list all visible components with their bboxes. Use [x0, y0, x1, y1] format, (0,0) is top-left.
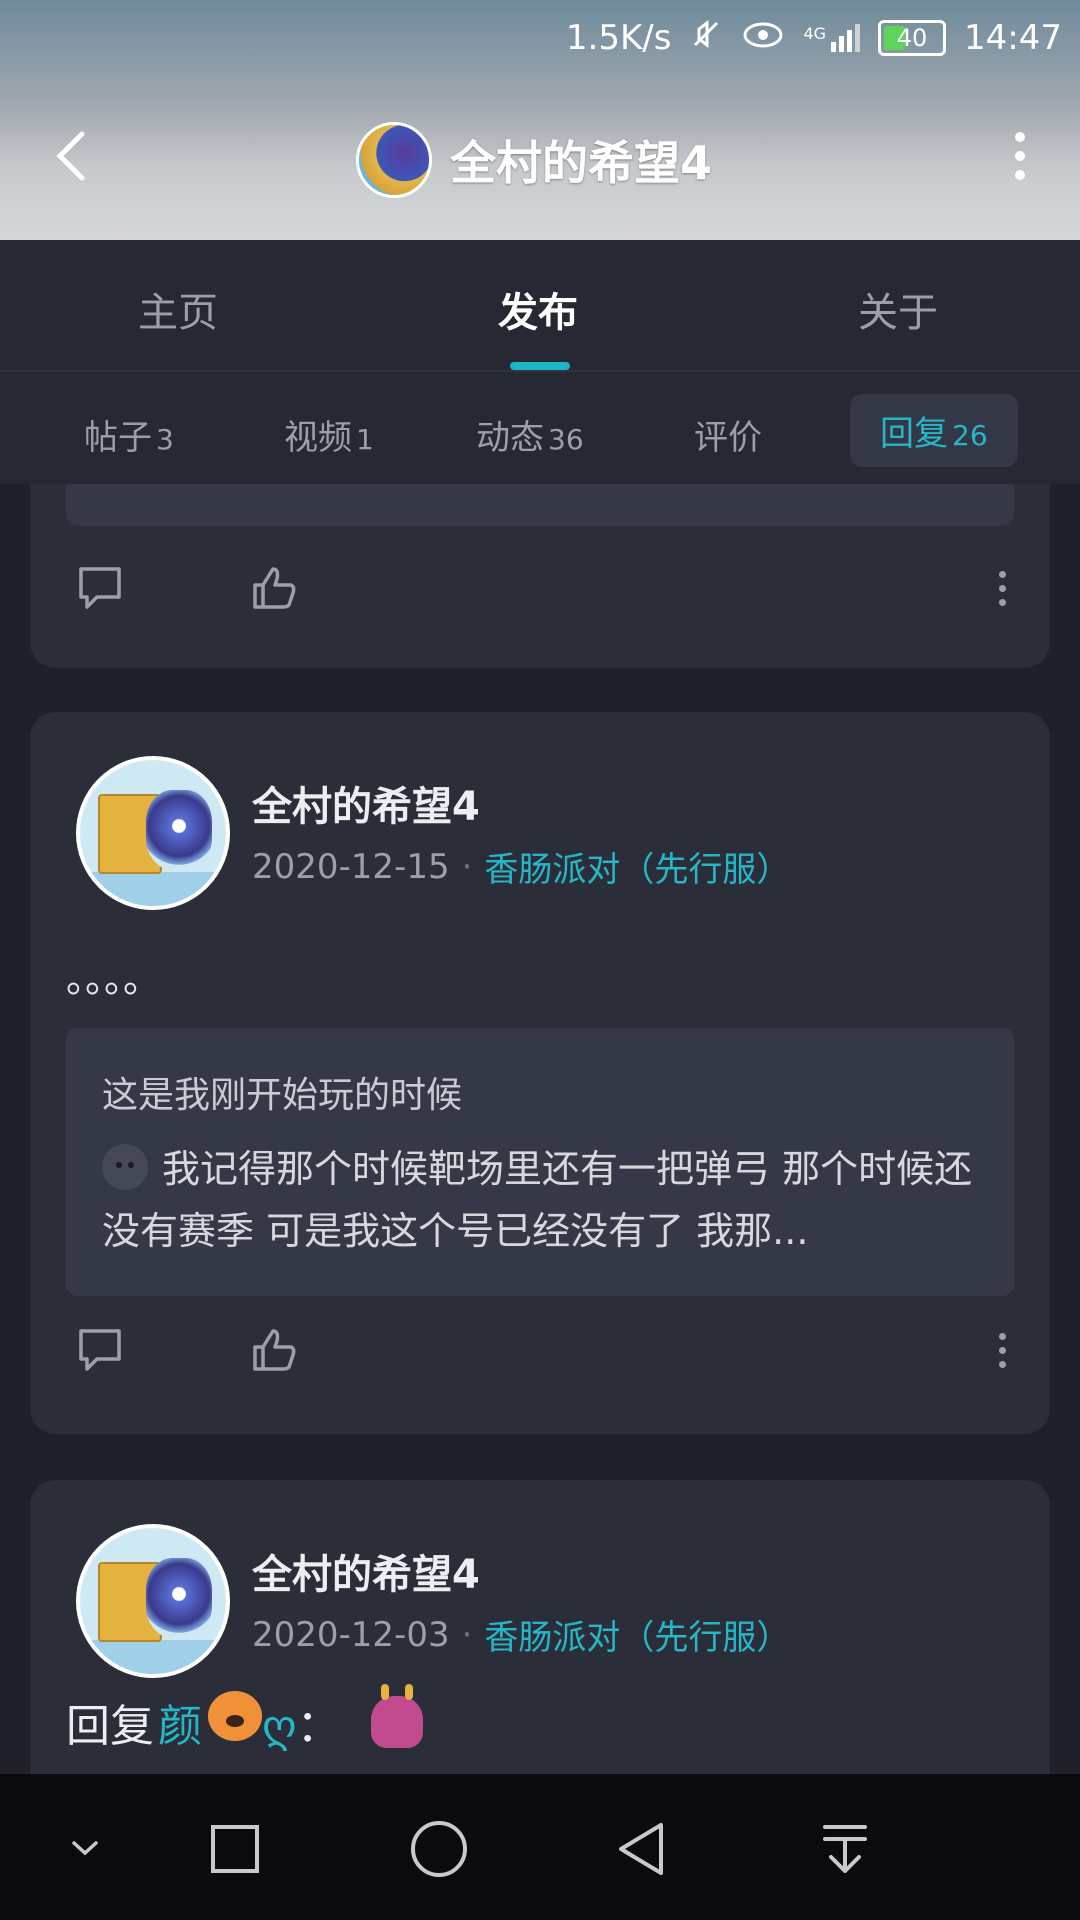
subtab-label: 评价 — [694, 418, 762, 458]
reply-text: 回复 颜ღ ： — [66, 1684, 423, 1754]
net-speed: 1.5K/s — [565, 18, 672, 58]
author-avatar[interactable] — [76, 1524, 230, 1678]
nav-collapse-button[interactable] — [40, 1804, 130, 1894]
comment-icon — [79, 567, 121, 609]
quoted-text: 我记得那个时候靶场里还有一把弹弓 那个时候还没有赛季 可是我这个号已经没有了 我… — [102, 1138, 982, 1262]
subtab-label: 视频 — [284, 418, 352, 458]
subtab-count: 3 — [156, 423, 174, 456]
quoted-body: 我记得那个时候靶场里还有一把弹弓 那个时候还没有赛季 可是我这个号已经没有了 我… — [102, 1147, 973, 1253]
post-meta: 2020-12-03 · 香肠派对（先行服） — [252, 1610, 790, 1659]
download-icon — [823, 1825, 867, 1873]
triangle-back-icon — [619, 1823, 663, 1875]
reply-user-name: 颜 — [158, 1701, 202, 1752]
signal-icon: 4G — [803, 24, 861, 52]
thumbs-up-icon — [253, 567, 296, 609]
card-actions — [30, 1320, 1050, 1400]
subtab-count: 26 — [952, 419, 988, 452]
subtab-replies[interactable]: 回复 26 — [850, 394, 1018, 467]
system-nav-bar — [0, 1774, 1080, 1920]
subtab-count: 1 — [356, 423, 374, 456]
title-bar: 全村的希望4 — [0, 110, 1080, 200]
nav-recents-button[interactable] — [190, 1804, 280, 1894]
square-icon — [211, 1825, 259, 1873]
card-more-button[interactable] — [992, 1320, 1012, 1380]
mute-icon — [689, 17, 723, 60]
header-avatar[interactable] — [356, 122, 432, 198]
post-date: 2020-12-15 — [252, 846, 450, 887]
circle-icon — [411, 1821, 467, 1877]
page-title: 全村的希望4 — [450, 136, 713, 190]
meta-separator: · — [461, 846, 473, 887]
active-tab-indicator — [510, 362, 570, 370]
chevron-down-icon — [72, 1841, 98, 1856]
comment-icon — [79, 1329, 121, 1371]
reply-user-link[interactable]: 颜ღ — [158, 1690, 297, 1754]
tab-publish[interactable]: 发布 — [498, 280, 578, 338]
quoted-post[interactable] — [66, 484, 1014, 526]
subtab-count: 36 — [548, 423, 584, 456]
like-button[interactable] — [244, 558, 304, 618]
game-link[interactable]: 香肠派对（先行服） — [484, 842, 790, 891]
network-type: 4G — [803, 24, 827, 43]
meta-separator: · — [461, 1614, 473, 1655]
back-button[interactable] — [40, 126, 100, 186]
subtab-posts[interactable]: 帖子 3 — [84, 410, 174, 459]
subtab-videos[interactable]: 视频 1 — [284, 410, 374, 459]
reply-colon: ： — [296, 1701, 341, 1752]
clock: 14:47 — [964, 18, 1062, 58]
comment-button[interactable] — [70, 558, 130, 618]
nav-back-button[interactable] — [596, 1804, 686, 1894]
thumbs-up-icon — [253, 1329, 296, 1371]
reply-card: 全村的希望4 2020-12-03 · 香肠派对（先行服） 回复 颜ღ ： — [30, 1480, 1050, 1774]
squid-emoji-icon — [370, 1684, 423, 1748]
chevron-left-icon — [56, 131, 85, 181]
post-meta: 2020-12-15 · 香肠派对（先行服） — [252, 842, 790, 891]
eye-icon — [741, 17, 785, 60]
subtab-label: 回复 — [880, 414, 948, 454]
quoted-post[interactable]: 这是我刚开始玩的时候 我记得那个时候靶场里还有一把弹弓 那个时候还没有赛季 可是… — [66, 1028, 1014, 1296]
battery-level: 40 — [896, 24, 928, 52]
tab-about[interactable]: 关于 — [858, 280, 938, 338]
profile-header: 1.5K/s 4G 40 14:47 全村的希望4 — [0, 0, 1080, 240]
like-button[interactable] — [244, 1320, 304, 1380]
quoted-title: 这是我刚开始玩的时候 — [102, 1075, 463, 1116]
battery-icon: 40 — [878, 20, 947, 56]
author-name[interactable]: 全村的希望4 — [252, 774, 480, 832]
dog-emoji-icon — [208, 1691, 262, 1741]
more-options-button[interactable] — [1000, 126, 1040, 186]
main-tabs: 主页 发布 关于 — [0, 240, 1080, 372]
subtab-moments[interactable]: 动态 36 — [476, 410, 584, 459]
subtab-label: 动态 — [476, 418, 544, 458]
reply-user-suffix: ღ — [262, 1701, 297, 1752]
reply-prefix: 回复 — [66, 1701, 154, 1752]
comment-button[interactable] — [70, 1320, 130, 1380]
reply-feed: 全村的希望4 2020-12-15 · 香肠派对（先行服） 。。。。 这是我刚开… — [0, 484, 1080, 1774]
reply-card — [30, 484, 1050, 668]
nav-download-button[interactable] — [800, 1804, 890, 1894]
subtab-label: 帖子 — [84, 418, 152, 458]
title-group: 全村的希望4 — [356, 122, 712, 198]
card-actions — [30, 558, 1050, 638]
post-date: 2020-12-03 — [252, 1614, 450, 1655]
nav-home-button[interactable] — [394, 1804, 484, 1894]
game-link[interactable]: 香肠派对（先行服） — [484, 1610, 790, 1659]
face-emoji-icon — [102, 1144, 148, 1190]
status-bar: 1.5K/s 4G 40 14:47 — [566, 14, 1062, 62]
reply-text: 。。。。 — [66, 957, 162, 1001]
author-name[interactable]: 全村的希望4 — [252, 1542, 480, 1600]
tab-home[interactable]: 主页 — [138, 280, 218, 338]
subtab-reviews[interactable]: 评价 — [694, 410, 762, 459]
card-more-button[interactable] — [992, 558, 1012, 618]
sub-tabs: 帖子 3 视频 1 动态 36 评价 回复 26 — [0, 372, 1080, 484]
reply-card: 全村的希望4 2020-12-15 · 香肠派对（先行服） 。。。。 这是我刚开… — [30, 712, 1050, 1434]
author-avatar[interactable] — [76, 756, 230, 910]
